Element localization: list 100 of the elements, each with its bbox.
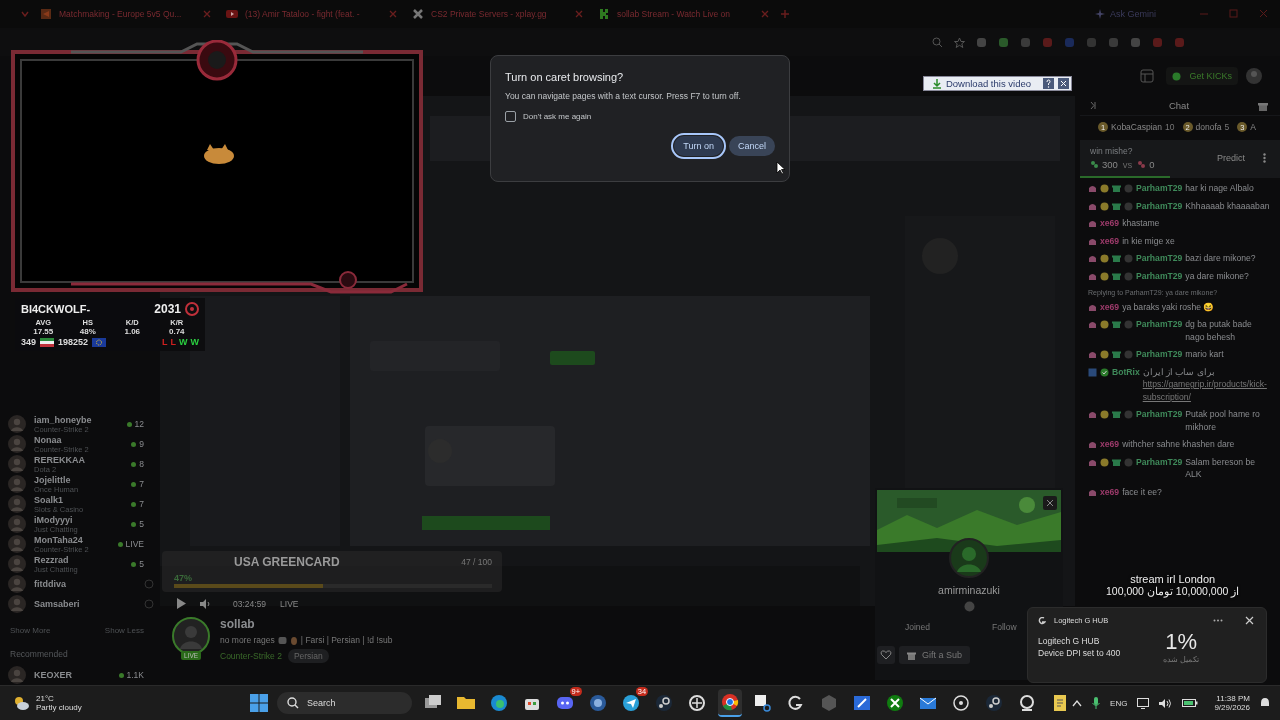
crosshair-icon: [951, 693, 972, 713]
viewer-count: 9: [131, 439, 144, 449]
orb-icon: [588, 693, 609, 713]
clock[interactable]: 11:38 PM 9/29/2026: [1214, 694, 1250, 712]
dialog-title: Turn on caret browsing?: [505, 71, 625, 83]
chat-username[interactable]: ParhamT29: [1136, 252, 1183, 265]
chat-message: in kie mige xe: [1122, 234, 1175, 247]
gift-badge-icon: [1112, 410, 1121, 419]
round-badge-icon: [1124, 350, 1133, 359]
notification-bell-icon[interactable]: [1260, 697, 1270, 709]
avatar-icon: [8, 415, 26, 433]
tag-chip[interactable]: Persian: [287, 649, 329, 663]
donation-title: stream irl London: [1130, 573, 1216, 585]
viewer-count: 8: [131, 459, 144, 469]
predict-button[interactable]: Predict: [1217, 153, 1245, 163]
category-link[interactable]: Counter-Strike 2: [220, 651, 282, 661]
xbox-icon: [885, 693, 906, 713]
chat-username[interactable]: xe69: [1100, 485, 1120, 498]
user-avatar-icon[interactable]: [1246, 68, 1262, 84]
avatar-icon: [8, 575, 26, 593]
player-name: BI4CKWOLF-: [21, 303, 92, 315]
chrome-icon: [720, 692, 741, 712]
paper-plane-icon: [621, 693, 642, 713]
chat-username[interactable]: xe69: [1100, 438, 1120, 451]
windows-start-icon[interactable]: [250, 694, 269, 712]
star-icon[interactable]: [954, 36, 965, 48]
chat-message: برای ساب از ایران: [1142, 365, 1215, 378]
round-badge-icon: [1124, 410, 1133, 419]
chat-username[interactable]: ParhamT29: [1136, 455, 1183, 468]
avatar-icon: [8, 435, 26, 453]
channel-avatar-icon[interactable]: [172, 617, 210, 655]
close-icon[interactable]: [1058, 78, 1069, 89]
chat-message: Salam bereson be ALK: [1185, 455, 1257, 481]
scissors-icon: [753, 693, 774, 713]
toast-title: Logitech G HUB: [1038, 635, 1101, 646]
chat-username[interactable]: xe69: [1100, 234, 1120, 247]
chat-username[interactable]: xe69: [1100, 217, 1120, 230]
battery-icon[interactable]: [1182, 698, 1199, 708]
stat-value: 48%: [79, 327, 96, 336]
chat-username[interactable]: ParhamT29: [1136, 348, 1183, 361]
more-icon[interactable]: [1263, 153, 1266, 163]
microphone-icon[interactable]: [1092, 697, 1101, 709]
gift-badge-icon: [1112, 254, 1121, 263]
avatar-icon: [8, 455, 26, 473]
coin-badge-icon: [1100, 350, 1109, 359]
chat-message: Khhaaaab khaaaaban: [1185, 199, 1270, 212]
gift-badge-icon: [1112, 184, 1121, 193]
partly-cloudy-icon[interactable]: [12, 695, 30, 711]
flag-icon: [40, 337, 55, 347]
more-icon[interactable]: [1213, 619, 1223, 622]
chat-message: dg ba putak bade nago behesh: [1185, 318, 1253, 343]
gift-icon[interactable]: [1258, 100, 1268, 111]
section-title: Recommended: [9, 648, 69, 661]
download-bar[interactable]: Download this video: [922, 76, 1072, 91]
chat-message: mario kart: [1185, 348, 1224, 361]
channel-name[interactable]: sollab: [220, 617, 393, 631]
get-kicks-button[interactable]: Get KICKs: [1166, 67, 1238, 85]
region-flag-icon: [92, 337, 107, 347]
show-less-link[interactable]: Show Less: [104, 626, 144, 635]
search-box[interactable]: Search: [277, 692, 413, 714]
chat-username[interactable]: ParhamT29: [1136, 408, 1183, 421]
speaker-icon[interactable]: [1159, 697, 1173, 709]
chat-username[interactable]: BotRix: [1112, 365, 1140, 378]
k-logo-icon: [598, 8, 610, 20]
chat-username[interactable]: ParhamT29: [1136, 182, 1183, 195]
chat-message: withcher sahne khashen dare: [1122, 438, 1235, 451]
show-more-link[interactable]: Show More: [10, 626, 51, 635]
prediction-question: win mishe?: [1090, 146, 1134, 156]
channel-list-item[interactable]: KEOXER 1.1K: [8, 665, 154, 685]
chevron-up-icon[interactable]: [1072, 699, 1083, 707]
wrench-badge-icon: [1088, 367, 1097, 377]
gift-sub-button[interactable]: Gift a Sub: [899, 646, 971, 664]
viewer-count: 5: [131, 559, 144, 569]
channel-list-item[interactable]: Samsaberi: [8, 594, 154, 614]
chat-username[interactable]: ParhamT29: [1136, 318, 1183, 331]
people-icon: [1137, 160, 1147, 169]
check-badge-icon: [1100, 367, 1109, 377]
coin-badge-icon: [1100, 320, 1109, 329]
channel-name: Rezzrad: [34, 554, 70, 565]
app-logo-icon: [1038, 616, 1046, 625]
chat-username[interactable]: xe69: [1100, 300, 1120, 313]
channel-list-item[interactable]: fitddiva: [8, 574, 154, 594]
chat-message: khastame: [1122, 217, 1160, 230]
chat-username[interactable]: ParhamT29: [1136, 269, 1183, 282]
toast-message: Device DPI set to 400: [1038, 647, 1122, 658]
gift-badge-icon: [1112, 201, 1121, 211]
chat-message: har ki nage Albalo: [1185, 182, 1254, 195]
steam-icon: [654, 693, 675, 713]
gift-badge-icon: [1112, 350, 1121, 359]
chat-link[interactable]: https://gamegrip.ir/products/kick-subscription/: [1142, 378, 1270, 403]
gift-badge-icon: [1112, 457, 1121, 467]
language-indicator[interactable]: ENG: [1110, 698, 1128, 708]
subscriber-badge-icon: [1088, 487, 1097, 497]
help-icon[interactable]: [1043, 78, 1054, 89]
egg-icon: [289, 635, 298, 645]
network-icon[interactable]: [1137, 697, 1150, 709]
chat-title: Chat: [1168, 100, 1190, 111]
stream-title: no more rages: [220, 635, 275, 645]
chat-username[interactable]: ParhamT29: [1136, 199, 1183, 212]
chat-message: ya baraks yaki roshe 😆: [1122, 300, 1215, 313]
